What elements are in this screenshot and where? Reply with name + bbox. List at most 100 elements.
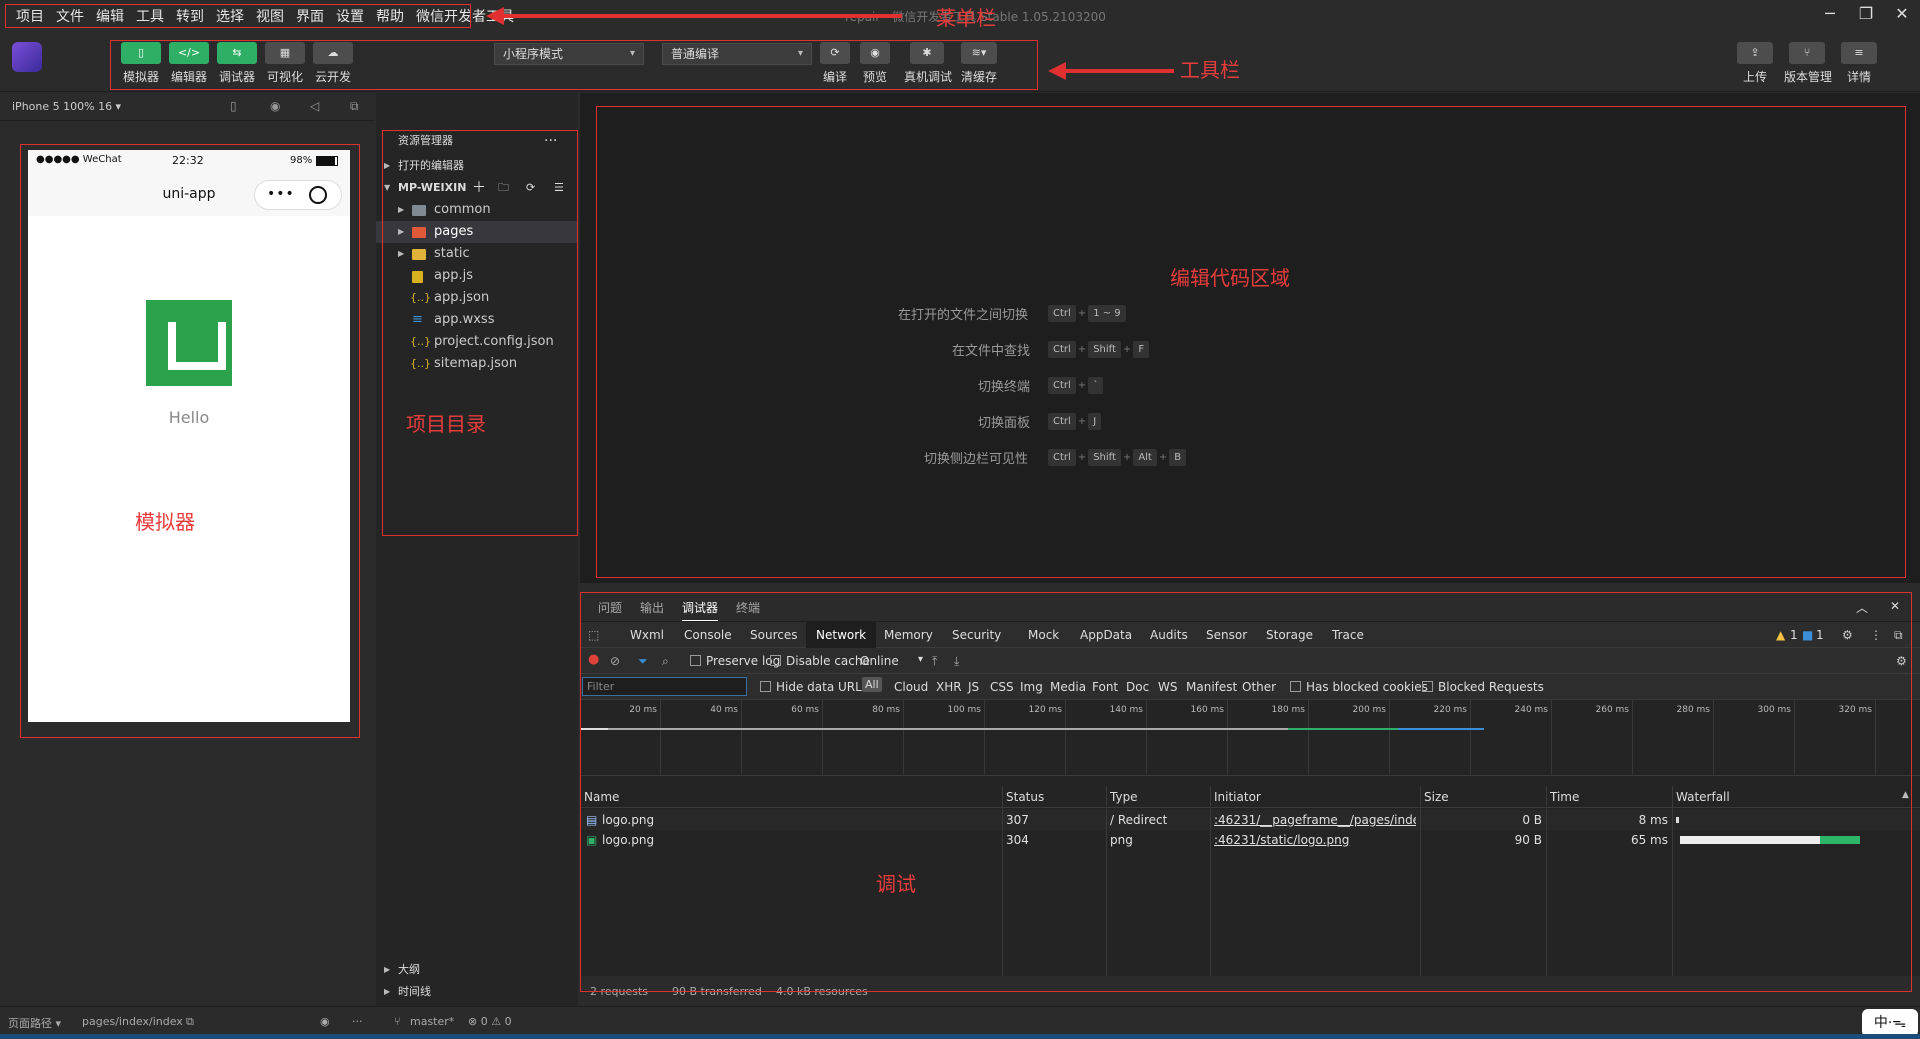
dock-icon[interactable]: ⧉: [1894, 628, 1903, 643]
export-icon[interactable]: ⤓: [954, 654, 959, 669]
details-button[interactable]: ≡ 详情: [1836, 42, 1882, 85]
simulator-toggle-button[interactable]: ▯ 模拟器: [118, 42, 164, 85]
refresh-explorer-icon[interactable]: ⟳: [526, 177, 535, 199]
column-size[interactable]: Size: [1420, 786, 1546, 808]
column-initiator[interactable]: Initiator: [1210, 786, 1420, 808]
warning-icon[interactable]: ▲: [1776, 628, 1785, 642]
compile-select[interactable]: 普通编译: [662, 43, 812, 65]
filter-type-js[interactable]: JS: [968, 680, 979, 694]
tab-mock[interactable]: Mock: [1028, 628, 1059, 642]
tab-sensor[interactable]: Sensor: [1206, 628, 1247, 642]
column-status[interactable]: Status: [1002, 786, 1106, 808]
tab-debugger[interactable]: 调试器: [682, 599, 719, 621]
tab-security[interactable]: Security: [952, 628, 1001, 642]
tab-trace[interactable]: Trace: [1332, 628, 1364, 642]
column-waterfall[interactable]: Waterfall: [1672, 786, 1920, 808]
kebab-icon[interactable]: ⋮: [1870, 628, 1882, 642]
list-item[interactable]: {..} sitemap.json: [376, 353, 578, 375]
list-item[interactable]: {..} project.config.json: [376, 331, 578, 353]
git-branch[interactable]: master*: [410, 1015, 454, 1028]
import-icon[interactable]: ⤒: [932, 654, 937, 669]
tab-audits[interactable]: Audits: [1150, 628, 1188, 642]
filter-type-cloud[interactable]: Cloud: [894, 680, 928, 694]
menu-item-interface[interactable]: 界面: [290, 6, 330, 26]
throttle-select[interactable]: Online ▾: [860, 654, 923, 668]
network-settings-icon[interactable]: ⚙: [1896, 654, 1907, 668]
list-item[interactable]: ≡ app.wxss: [376, 309, 578, 331]
filter-icon[interactable]: ⏷: [638, 654, 648, 669]
capsule-more-icon[interactable]: •••: [267, 186, 295, 202]
list-item[interactable]: ▶ static: [376, 243, 578, 265]
menu-item-file[interactable]: 文件: [50, 6, 90, 26]
record-icon[interactable]: ◉: [270, 99, 284, 113]
filter-type-css[interactable]: CSS: [990, 680, 1014, 694]
menu-item-project[interactable]: 项目: [10, 6, 50, 26]
timeline-section[interactable]: ▶ 时间线: [376, 981, 578, 1003]
page-path-select[interactable]: 页面路径 ▾: [8, 1015, 61, 1031]
menu-item-edit[interactable]: 编辑: [90, 6, 130, 26]
more-icon[interactable]: ···: [352, 1015, 363, 1028]
mode-select[interactable]: 小程序模式: [494, 43, 644, 65]
menu-item-help[interactable]: 帮助: [370, 6, 410, 26]
debugger-toggle-button[interactable]: ⇆ 调试器: [214, 42, 260, 85]
close-panel-icon[interactable]: ✕: [1890, 599, 1900, 613]
tab-terminal[interactable]: 终端: [736, 599, 760, 616]
sound-icon[interactable]: ◁: [310, 99, 324, 113]
ime-indicator[interactable]: 中·ᯓ: [1862, 1009, 1918, 1037]
close-window-button[interactable]: ✕: [1890, 4, 1914, 28]
filter-type-all[interactable]: All: [862, 677, 882, 692]
filter-type-media[interactable]: Media: [1050, 680, 1086, 694]
preview-button[interactable]: ◉ 预览: [852, 42, 898, 85]
preserve-log-checkbox[interactable]: Preserve log: [690, 654, 780, 668]
project-section[interactable]: ▼ MP-WEIXIN ＋ 🗀 ⟳ ☰: [376, 177, 578, 199]
filter-type-img[interactable]: Img: [1020, 680, 1043, 694]
tab-sources[interactable]: Sources: [750, 628, 797, 642]
menu-item-goto[interactable]: 转到: [170, 6, 210, 26]
remote-debug-button[interactable]: ✱ 真机调试: [904, 42, 952, 85]
column-name[interactable]: Name: [580, 786, 1002, 808]
list-item[interactable]: ▶ common: [376, 199, 578, 221]
blocked-cookies-checkbox[interactable]: Has blocked cookies: [1290, 680, 1428, 694]
network-timeline[interactable]: 20 ms 40 ms 60 ms 80 ms 100 ms 120 ms 14…: [580, 700, 1920, 776]
filter-type-manifest[interactable]: Manifest: [1186, 680, 1237, 694]
visual-button[interactable]: ▦ 可视化: [262, 42, 308, 85]
avatar[interactable]: [12, 42, 42, 72]
copy-icon[interactable]: ⧉: [186, 1015, 194, 1029]
collapse-icon[interactable]: ☰: [554, 177, 564, 199]
capsule-button[interactable]: •••: [254, 180, 342, 210]
clear-icon[interactable]: ⊘: [610, 654, 620, 668]
problems-count[interactable]: ⊗ 0 ⚠ 0: [468, 1015, 512, 1028]
phone-rotate-icon[interactable]: ▯: [230, 99, 244, 113]
disable-cache-checkbox[interactable]: Disable cache: [770, 654, 870, 668]
list-item[interactable]: {..} app.json: [376, 287, 578, 309]
blocked-requests-checkbox[interactable]: Blocked Requests: [1422, 680, 1544, 694]
list-item[interactable]: app.js: [376, 265, 578, 287]
sort-up-icon[interactable]: ▲: [1902, 790, 1909, 800]
tab-output[interactable]: 输出: [640, 599, 664, 616]
column-time[interactable]: Time: [1546, 786, 1672, 808]
gear-icon[interactable]: ⚙: [1842, 628, 1853, 642]
open-editors-section[interactable]: ▶ 打开的编辑器: [376, 155, 578, 177]
eye-icon[interactable]: ◉: [320, 1015, 330, 1028]
minimize-button[interactable]: ─: [1818, 4, 1842, 28]
menu-item-select[interactable]: 选择: [210, 6, 250, 26]
filter-type-xhr[interactable]: XHR: [936, 680, 962, 694]
filter-type-other[interactable]: Other: [1242, 680, 1276, 694]
filter-type-font[interactable]: Font: [1092, 680, 1118, 694]
outline-section[interactable]: ▶ 大纲: [376, 959, 578, 981]
tab-storage[interactable]: Storage: [1266, 628, 1313, 642]
tab-memory[interactable]: Memory: [884, 628, 933, 642]
filter-input[interactable]: Filter: [582, 677, 747, 696]
column-type[interactable]: Type: [1106, 786, 1210, 808]
tab-wxml[interactable]: Wxml: [630, 628, 664, 642]
chevron-up-icon[interactable]: ︿: [1856, 599, 1868, 616]
clear-cache-button[interactable]: ≋▾ 清缓存: [956, 42, 1002, 85]
editor-area[interactable]: 在打开的文件之间切换 Ctrl +1 ~ 9 在文件中查找 Ctrl + Shift +…: [580, 93, 1920, 583]
menu-item-tools[interactable]: 工具: [130, 6, 170, 26]
filter-type-ws[interactable]: WS: [1158, 680, 1177, 694]
tab-console[interactable]: Console: [684, 628, 732, 642]
info-icon[interactable]: ■: [1802, 628, 1813, 642]
tab-problems[interactable]: 问题: [598, 599, 622, 616]
phone-screen[interactable]: ●●●●● WeChat 22:32 98% uni-app ••• Hello: [28, 150, 350, 722]
explorer-more-icon[interactable]: ···: [544, 130, 557, 152]
